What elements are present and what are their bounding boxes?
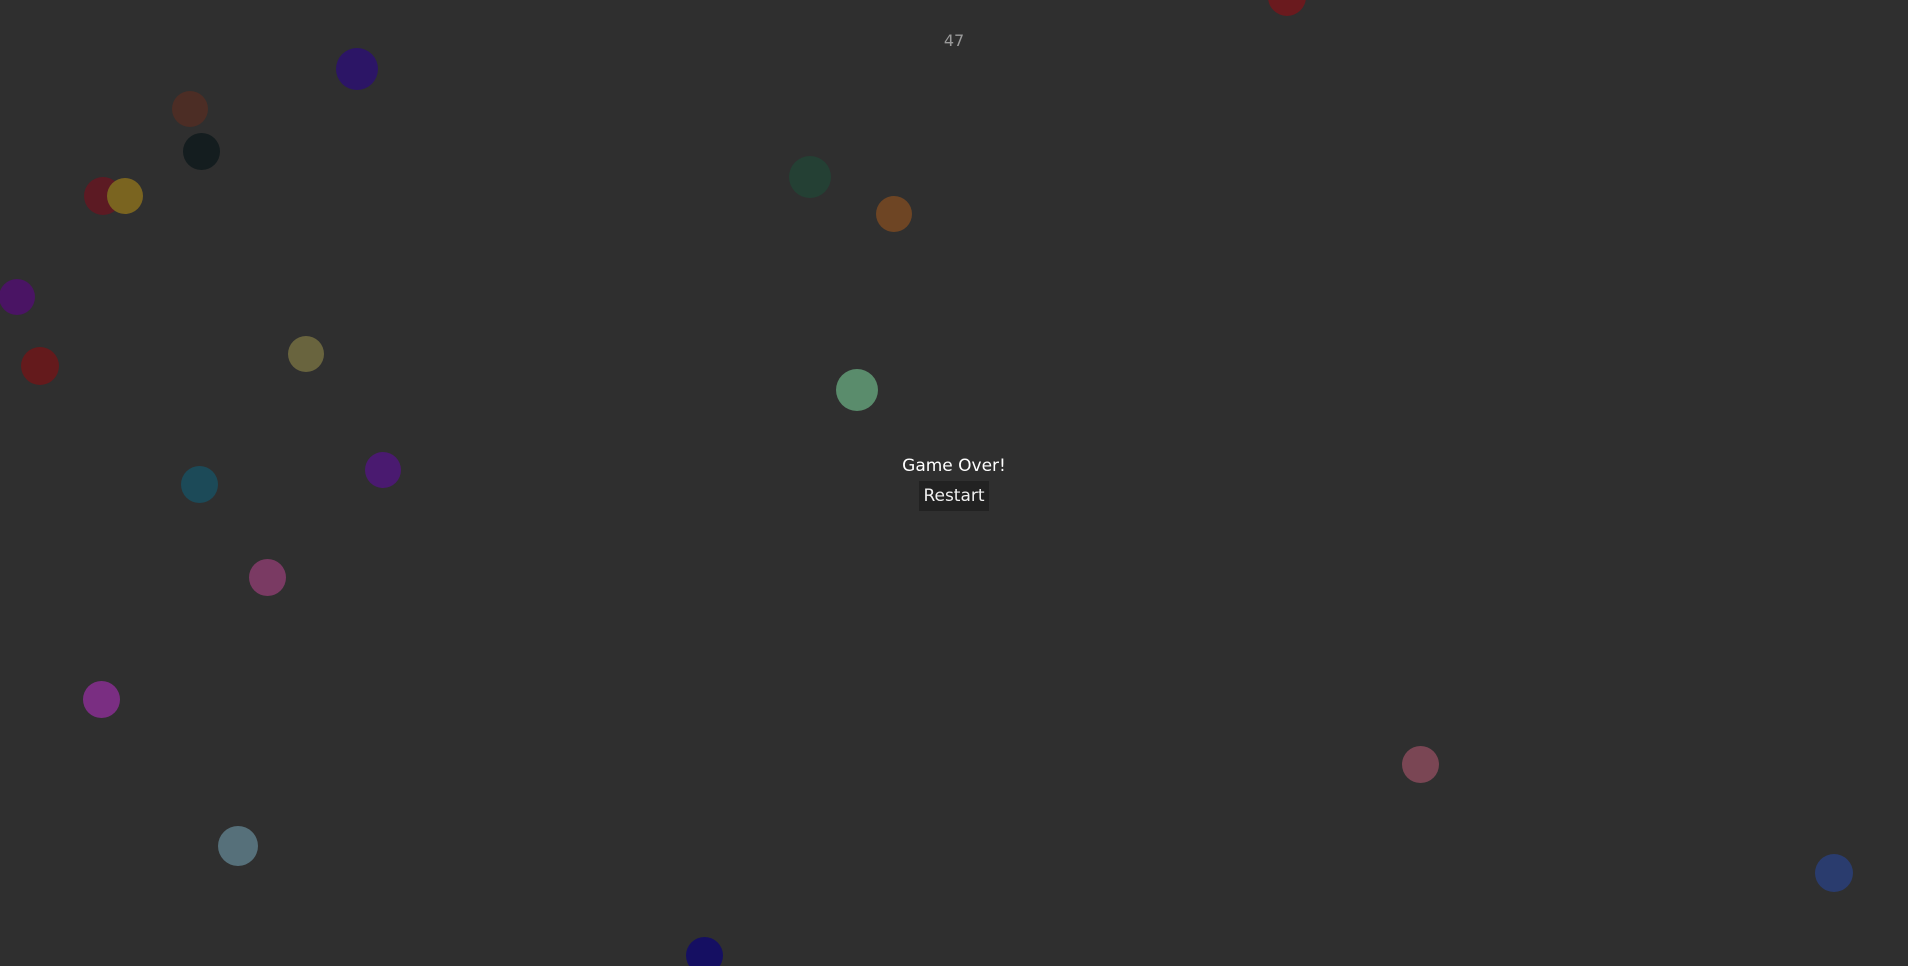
ball <box>172 91 208 127</box>
ball <box>336 48 378 90</box>
ball <box>836 369 878 411</box>
ball <box>181 466 218 503</box>
ball <box>1815 854 1853 892</box>
ball <box>288 336 324 372</box>
ball <box>21 347 59 385</box>
ball <box>876 196 912 232</box>
ball <box>183 133 220 170</box>
ball <box>789 156 831 198</box>
ball <box>1402 746 1439 783</box>
ball <box>0 279 35 315</box>
ball <box>365 452 401 488</box>
game-canvas[interactable]: 47 Game Over! Restart <box>0 0 1908 966</box>
score-counter: 47 <box>943 31 965 50</box>
game-over-message: Game Over! <box>902 456 1006 476</box>
ball <box>686 937 723 966</box>
ball <box>107 178 143 214</box>
ball <box>83 681 120 718</box>
ball <box>1268 0 1306 16</box>
ball <box>218 826 258 866</box>
ball <box>249 559 286 596</box>
game-over-panel: Game Over! Restart <box>854 453 1054 511</box>
restart-button[interactable]: Restart <box>919 481 989 511</box>
